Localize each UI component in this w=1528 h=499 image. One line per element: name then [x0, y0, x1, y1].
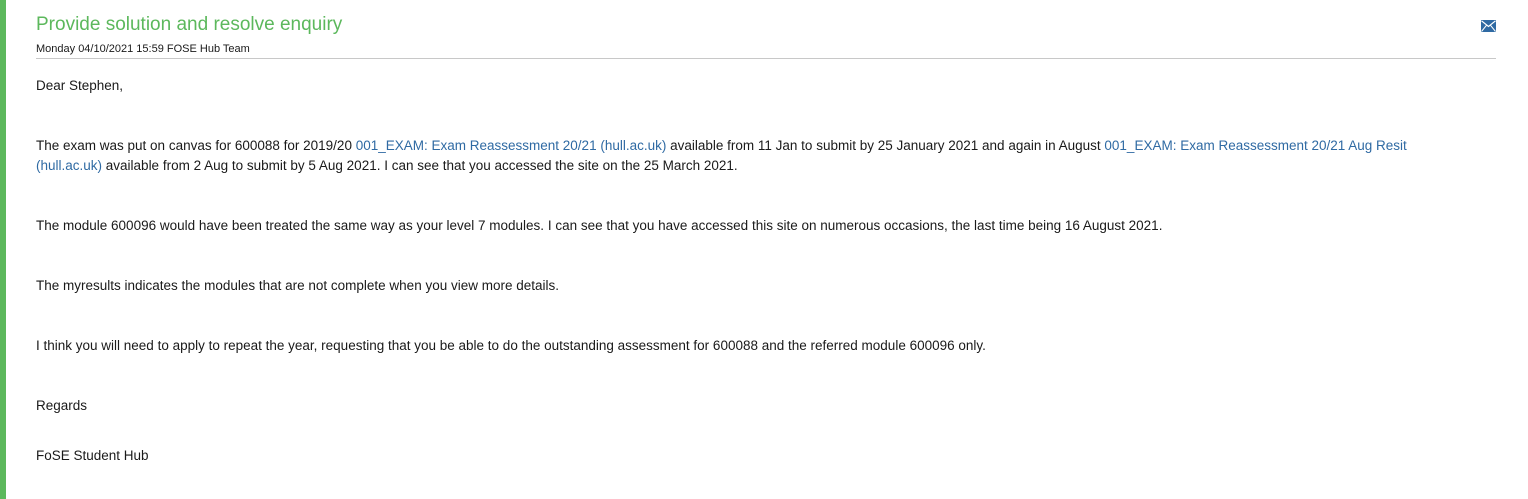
module-paragraph: The module 600096 would have been treate…	[36, 218, 1163, 233]
message-card: Provide solution and resolve enquiry Mon…	[0, 0, 1528, 499]
results-paragraph: The myresults indicates the modules that…	[36, 278, 560, 293]
message-title: Provide solution and resolve enquiry	[36, 14, 343, 35]
exam-paragraph: The exam was put on canvas for 600088 fo…	[36, 136, 1446, 176]
greeting-text: Dear Stephen,	[36, 78, 124, 93]
status-accent-bar	[0, 0, 6, 499]
envelope-icon[interactable]	[1481, 19, 1496, 32]
message-header: Provide solution and resolve enquiry Mon…	[36, 12, 1496, 59]
repeat-paragraph: I think you will need to apply to repeat…	[36, 338, 986, 353]
exam-text-part2: available from 11 Jan to submit by 25 Ja…	[666, 138, 1105, 153]
exam-text-part1: The exam was put on canvas for 600088 fo…	[36, 138, 356, 153]
signature-text: FoSE Student Hub	[36, 448, 149, 463]
exam-reassessment-link[interactable]: 001_EXAM: Exam Reassessment 20/21 (hull.…	[356, 138, 667, 153]
regards-text: Regards	[36, 398, 88, 413]
exam-text-part3: available from 2 Aug to submit by 5 Aug …	[102, 158, 738, 173]
message-meta: Monday 04/10/2021 15:59 FOSE Hub Team	[36, 43, 250, 55]
